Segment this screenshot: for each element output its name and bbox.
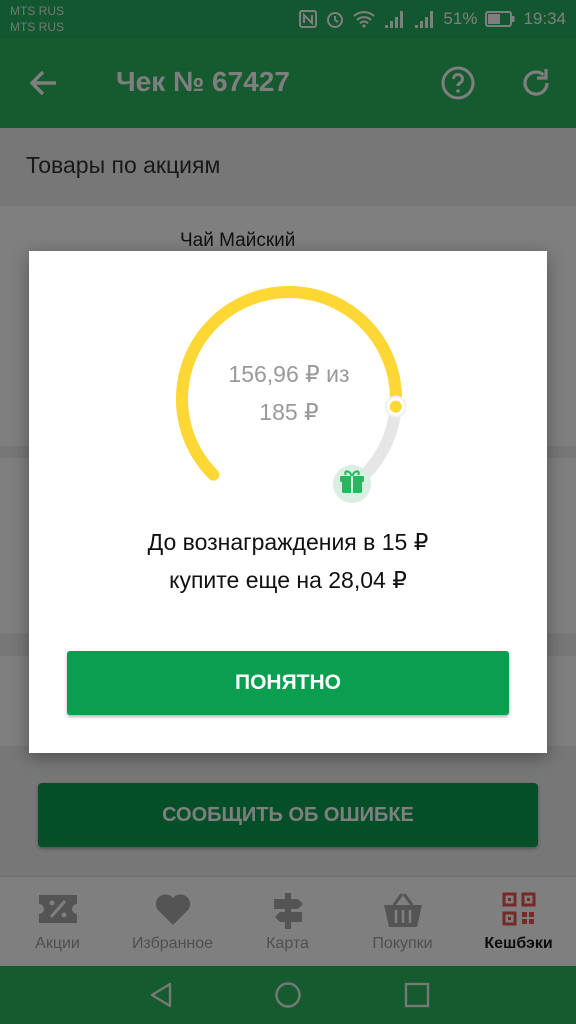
reward-message: До вознаграждения в 15 ₽ купите еще на 2… [29,523,547,599]
ok-button[interactable]: ПОНЯТНО [67,651,509,715]
cashback-progress-dialog: 156,96 ₽ из 185 ₽ До вознаграждения в 15… [29,251,547,753]
gift-icon [333,465,371,503]
gauge-amount-line1: 156,96 ₽ из [228,361,350,387]
reward-message-line1: До вознаграждения в 15 ₽ [147,529,429,555]
gauge-amount-line2: 185 ₽ [259,399,319,425]
reward-message-line2: купите еще на 28,04 ₽ [169,567,407,593]
gauge-amount-text: 156,96 ₽ из 185 ₽ [169,355,409,431]
